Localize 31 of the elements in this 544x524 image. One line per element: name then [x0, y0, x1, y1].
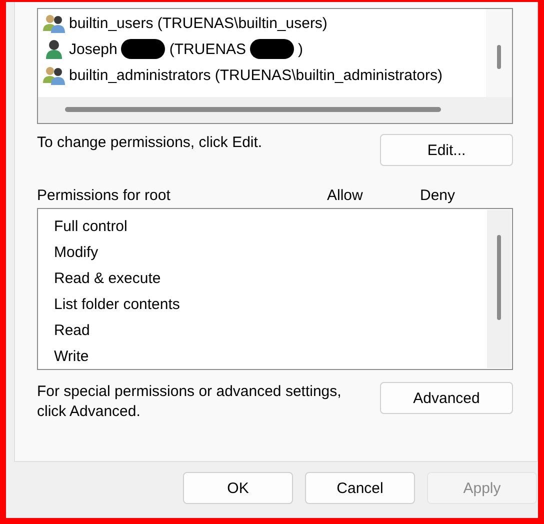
- permission-name: Read: [54, 321, 91, 341]
- dialog-button[interactable]: OK: [183, 472, 293, 504]
- advanced-button[interactable]: Advanced: [380, 382, 513, 414]
- permission-name: Modify: [54, 243, 100, 263]
- scrollbar-thumb[interactable]: [65, 107, 441, 112]
- column-header: Deny: [420, 186, 456, 204]
- permissions-title: Permissions for root: [37, 186, 172, 204]
- principal-name: (TRUENAS: [169, 40, 246, 58]
- principal-name: builtin_administrators (TRUENAS\builtin_administrators): [69, 66, 442, 84]
- permission-name: Read & execute: [54, 269, 162, 289]
- redaction-mark: [121, 39, 166, 59]
- group-icon: [43, 13, 65, 33]
- group-icon: [43, 65, 65, 85]
- scrollbar-thumb[interactable]: [497, 45, 501, 69]
- edit-button[interactable]: Edit...: [380, 134, 513, 166]
- principal-item[interactable]: Joseph (TRUENAS ): [38, 36, 486, 62]
- column-header: Allow: [327, 186, 364, 204]
- permission-name: Full control: [54, 217, 128, 237]
- permission-name: Write: [54, 347, 90, 367]
- change-hint: To change permissions, click Edit.: [37, 134, 262, 151]
- user-icon: [43, 39, 65, 59]
- principal-name: builtin_users (TRUENAS\builtin_users): [69, 14, 328, 32]
- dialog-button[interactable]: Cancel: [305, 472, 415, 504]
- principal-item[interactable]: builtin_users (TRUENAS\builtin_users): [38, 10, 486, 36]
- scrollbar-thumb[interactable]: [497, 235, 501, 320]
- permission-name: List folder contents: [54, 295, 181, 315]
- redaction-mark: [250, 39, 294, 59]
- advanced-hint: For special permissions or advanced settings, click Advanced.: [37, 382, 342, 422]
- principal-name: ): [298, 40, 304, 58]
- principal-name: Joseph: [69, 40, 118, 58]
- principal-item[interactable]: builtin_administrators (TRUENAS\builtin_administrators): [38, 62, 486, 88]
